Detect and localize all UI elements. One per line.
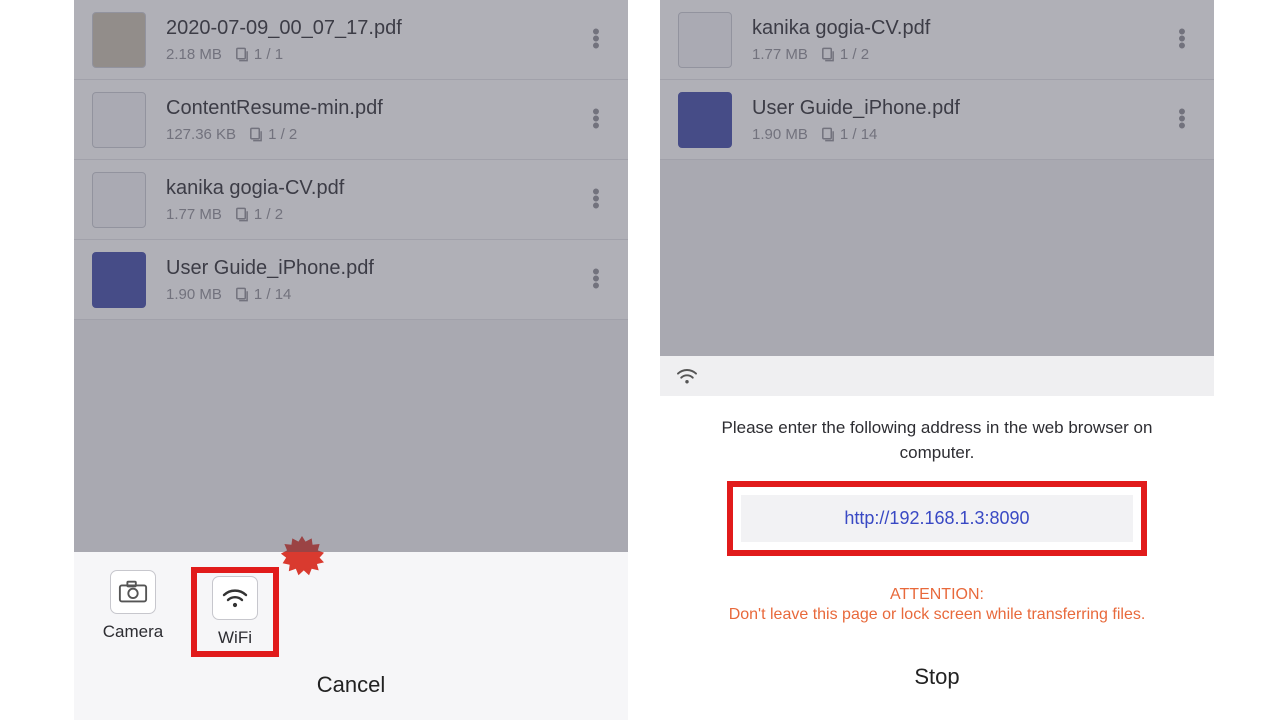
- camera-label: Camera: [103, 622, 163, 642]
- left-screenshot: 2020-07-09_00_07_17.pdf2.18 MB 1 / 1•••C…: [74, 0, 628, 720]
- more-icon[interactable]: •••: [582, 109, 610, 130]
- file-pages: 1 / 14: [820, 126, 878, 143]
- action-sheet: Camera WiFi Cancel: [74, 552, 628, 720]
- file-row[interactable]: 2020-07-09_00_07_17.pdf 2.18 MB 1 / 1 •••: [74, 0, 628, 80]
- wifi-icon: [222, 587, 248, 609]
- wifi-icon: [676, 367, 698, 385]
- camera-option[interactable]: Camera: [98, 570, 168, 654]
- stop-button[interactable]: Stop: [686, 650, 1188, 704]
- file-name: kanika gogia-CV.pdf: [752, 17, 1168, 40]
- more-icon[interactable]: •••: [1168, 29, 1196, 50]
- file-size: 1.90 MB: [166, 286, 222, 303]
- wifi-label: WiFi: [218, 628, 252, 648]
- more-icon[interactable]: •••: [582, 29, 610, 50]
- file-size: 1.90 MB: [752, 126, 808, 143]
- more-icon[interactable]: •••: [582, 189, 610, 210]
- file-name: 2020-07-09_00_07_17.pdf: [166, 17, 582, 40]
- file-thumbnail: [678, 12, 732, 68]
- file-thumbnail: [92, 172, 146, 228]
- file-pages: 1 / 2: [234, 206, 283, 223]
- wifi-option-highlight: WiFi: [194, 570, 276, 654]
- instruction-text: Please enter the following address in th…: [686, 416, 1188, 465]
- wifi-status-bar: [660, 356, 1214, 396]
- file-meta: User Guide_iPhone.pdf 1.90 MB 1 / 14: [166, 257, 582, 303]
- file-size: 127.36 KB: [166, 126, 236, 143]
- file-thumbnail: [92, 252, 146, 308]
- wifi-option[interactable]: WiFi: [200, 576, 270, 648]
- camera-icon: [118, 580, 148, 604]
- attention-body: Don't leave this page or lock screen whi…: [686, 606, 1188, 624]
- file-row[interactable]: kanika gogia-CV.pdf 1.77 MB 1 / 2 •••: [660, 0, 1214, 80]
- file-row[interactable]: User Guide_iPhone.pdf 1.90 MB 1 / 14 •••: [74, 240, 628, 320]
- file-meta: 2020-07-09_00_07_17.pdf 2.18 MB 1 / 1: [166, 17, 582, 63]
- file-size: 2.18 MB: [166, 46, 222, 63]
- file-list-right: kanika gogia-CV.pdf1.77 MB 1 / 2•••User …: [660, 0, 1214, 356]
- cancel-button[interactable]: Cancel: [74, 658, 628, 706]
- file-name: kanika gogia-CV.pdf: [166, 177, 582, 200]
- file-thumbnail: [92, 12, 146, 68]
- file-name: User Guide_iPhone.pdf: [752, 97, 1168, 120]
- file-meta: ContentResume-min.pdf 127.36 KB 1 / 2: [166, 97, 582, 143]
- file-thumbnail: [92, 92, 146, 148]
- file-thumbnail: [678, 92, 732, 148]
- more-icon[interactable]: •••: [1168, 109, 1196, 130]
- file-meta: kanika gogia-CV.pdf 1.77 MB 1 / 2: [752, 17, 1168, 63]
- url-highlight: http://192.168.1.3:8090: [727, 481, 1147, 556]
- file-meta: kanika gogia-CV.pdf 1.77 MB 1 / 2: [166, 177, 582, 223]
- file-meta: User Guide_iPhone.pdf 1.90 MB 1 / 14: [752, 97, 1168, 143]
- file-name: ContentResume-min.pdf: [166, 97, 582, 120]
- attention-heading: ATTENTION:: [686, 586, 1188, 604]
- file-pages: 1 / 2: [820, 46, 869, 63]
- file-row[interactable]: kanika gogia-CV.pdf 1.77 MB 1 / 2 •••: [74, 160, 628, 240]
- file-size: 1.77 MB: [166, 206, 222, 223]
- file-row[interactable]: ContentResume-min.pdf 127.36 KB 1 / 2 •••: [74, 80, 628, 160]
- transfer-url[interactable]: http://192.168.1.3:8090: [741, 495, 1133, 542]
- wifi-transfer-panel: Please enter the following address in th…: [660, 396, 1214, 720]
- right-screenshot: kanika gogia-CV.pdf1.77 MB 1 / 2•••User …: [660, 0, 1214, 720]
- more-icon[interactable]: •••: [582, 269, 610, 290]
- file-pages: 1 / 1: [234, 46, 283, 63]
- file-pages: 1 / 14: [234, 286, 292, 303]
- file-pages: 1 / 2: [248, 126, 297, 143]
- file-row[interactable]: User Guide_iPhone.pdf 1.90 MB 1 / 14 •••: [660, 80, 1214, 160]
- file-size: 1.77 MB: [752, 46, 808, 63]
- file-list-left: 2020-07-09_00_07_17.pdf2.18 MB 1 / 1•••C…: [74, 0, 628, 552]
- file-name: User Guide_iPhone.pdf: [166, 257, 582, 280]
